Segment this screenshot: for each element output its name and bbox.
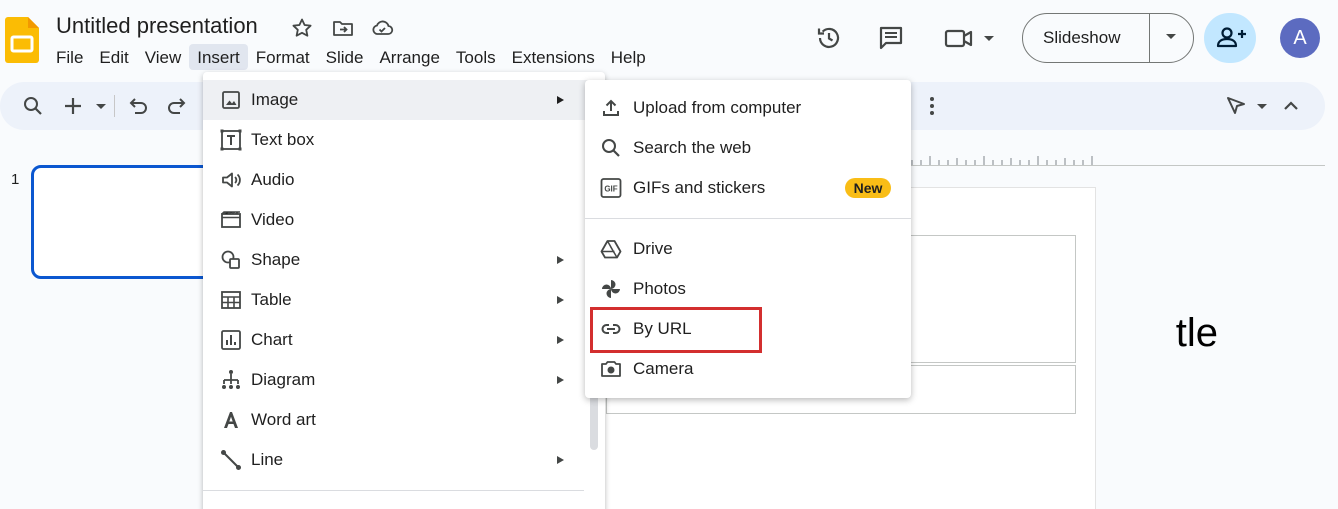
slideshow-divider (1149, 14, 1150, 62)
audio-icon (219, 168, 243, 192)
insert-line[interactable]: Line (203, 440, 593, 480)
account-avatar[interactable]: A (1280, 18, 1320, 58)
star-icon[interactable] (290, 16, 314, 40)
submenu-arrow-icon (557, 296, 564, 304)
meet-icon[interactable] (943, 24, 995, 52)
insert-from-photos-label: Photos (633, 279, 686, 298)
document-title[interactable]: Untitled presentation (56, 12, 258, 40)
photos-icon (599, 277, 623, 301)
by-url-highlight (590, 307, 762, 353)
upload-icon (599, 96, 623, 120)
upload-from-computer-label: Upload from computer (633, 98, 802, 117)
slides-logo[interactable] (5, 17, 39, 63)
toolbar-divider (114, 95, 115, 117)
insert-audio-label: Audio (251, 170, 295, 189)
menu-view[interactable]: View (137, 44, 190, 70)
submenu-arrow-icon (557, 456, 564, 464)
title-placeholder-text: tle (1175, 311, 1218, 355)
new-badge: New (845, 178, 891, 198)
line-icon (219, 448, 243, 472)
submenu-arrow-icon (557, 96, 564, 104)
insert-table-label: Table (251, 290, 292, 309)
insert-video[interactable]: Video (203, 200, 593, 240)
insert-image-label: Image (251, 90, 299, 109)
new-slide-icon[interactable] (62, 94, 108, 118)
search-menus-icon[interactable] (21, 94, 45, 118)
insert-from-camera[interactable]: Camera (585, 349, 911, 389)
camera-icon (599, 357, 623, 381)
search-the-web-label: Search the web (633, 138, 752, 157)
undo-icon[interactable] (126, 94, 150, 118)
submenu-arrow-icon (557, 376, 564, 384)
text-box-icon (219, 128, 243, 152)
more-options-icon[interactable] (920, 94, 944, 118)
diagram-icon (219, 368, 243, 392)
menu-file[interactable]: File (48, 44, 91, 70)
insert-from-photos[interactable]: Photos (585, 269, 911, 309)
insert-text-box[interactable]: Text box (203, 120, 593, 160)
video-icon (219, 208, 243, 232)
share-button[interactable] (1204, 13, 1256, 63)
menu-slide[interactable]: Slide (318, 44, 372, 70)
comments-icon[interactable] (877, 24, 905, 52)
redo-icon[interactable] (165, 94, 189, 118)
insert-text-box-label: Text box (251, 130, 315, 149)
menu-edit[interactable]: Edit (91, 44, 136, 70)
menu-help[interactable]: Help (603, 44, 654, 70)
slideshow-label: Slideshow (1043, 28, 1121, 47)
slide-number: 1 (11, 171, 20, 188)
gif-icon: GIF (599, 176, 623, 200)
insert-chart[interactable]: Chart (203, 320, 593, 360)
table-icon (219, 288, 243, 312)
ruler-ticks (911, 156, 1093, 165)
menu-format[interactable]: Format (248, 44, 318, 70)
insert-line-label: Line (251, 450, 284, 469)
menu-tools[interactable]: Tools (448, 44, 504, 70)
insert-from-drive[interactable]: Drive (585, 229, 911, 269)
menu-extensions[interactable]: Extensions (504, 44, 603, 70)
menu-arrange[interactable]: Arrange (371, 44, 447, 70)
move-to-folder-icon[interactable] (331, 16, 355, 40)
image-icon (219, 88, 243, 112)
search-the-web[interactable]: Search the web (585, 128, 911, 168)
insert-word-art[interactable]: Word art (203, 400, 593, 440)
upload-from-computer[interactable]: Upload from computer (585, 88, 911, 128)
insert-shape-label: Shape (251, 250, 301, 269)
insert-shape[interactable]: Shape (203, 240, 593, 280)
insert-diagram-label: Diagram (251, 370, 316, 389)
ruler (908, 165, 1325, 166)
menu-insert[interactable]: Insert (189, 44, 248, 70)
add-person-icon (1216, 27, 1246, 48)
insert-table[interactable]: Table (203, 280, 593, 320)
insert-audio[interactable]: Audio (203, 160, 593, 200)
collapse-toolbar-icon[interactable] (1279, 94, 1303, 118)
insert-chart-label: Chart (251, 330, 293, 349)
menu-bar: File Edit View Insert Format Slide Arran… (48, 44, 654, 70)
cloud-saved-icon[interactable] (370, 16, 394, 40)
insert-video-label: Video (251, 210, 295, 229)
gifs-and-stickers-label: GIFs and stickers (633, 178, 766, 197)
insert-word-art-label: Word art (251, 410, 316, 429)
version-history-icon[interactable] (815, 24, 843, 52)
slide-thumbnail[interactable] (31, 165, 231, 279)
submenu-arrow-icon (557, 256, 564, 264)
drive-icon (599, 237, 623, 261)
insert-from-drive-label: Drive (633, 239, 673, 258)
submenu-arrow-icon (557, 336, 564, 344)
insert-menu-divider (203, 490, 584, 491)
svg-text:GIF: GIF (604, 185, 617, 194)
insert-from-camera-label: Camera (633, 359, 694, 378)
search-icon (599, 136, 623, 160)
image-submenu-divider (585, 218, 911, 219)
slideshow-button[interactable]: Slideshow (1022, 13, 1194, 63)
select-mode-icon[interactable] (1224, 94, 1270, 118)
insert-menu: Image Text box Audio Video Shape Table C… (203, 72, 605, 509)
chart-icon (219, 328, 243, 352)
insert-image[interactable]: Image (203, 80, 593, 120)
insert-diagram[interactable]: Diagram (203, 360, 593, 400)
slideshow-dropdown-icon[interactable] (1166, 34, 1176, 39)
shape-icon (219, 248, 243, 272)
word-art-icon (219, 408, 243, 432)
